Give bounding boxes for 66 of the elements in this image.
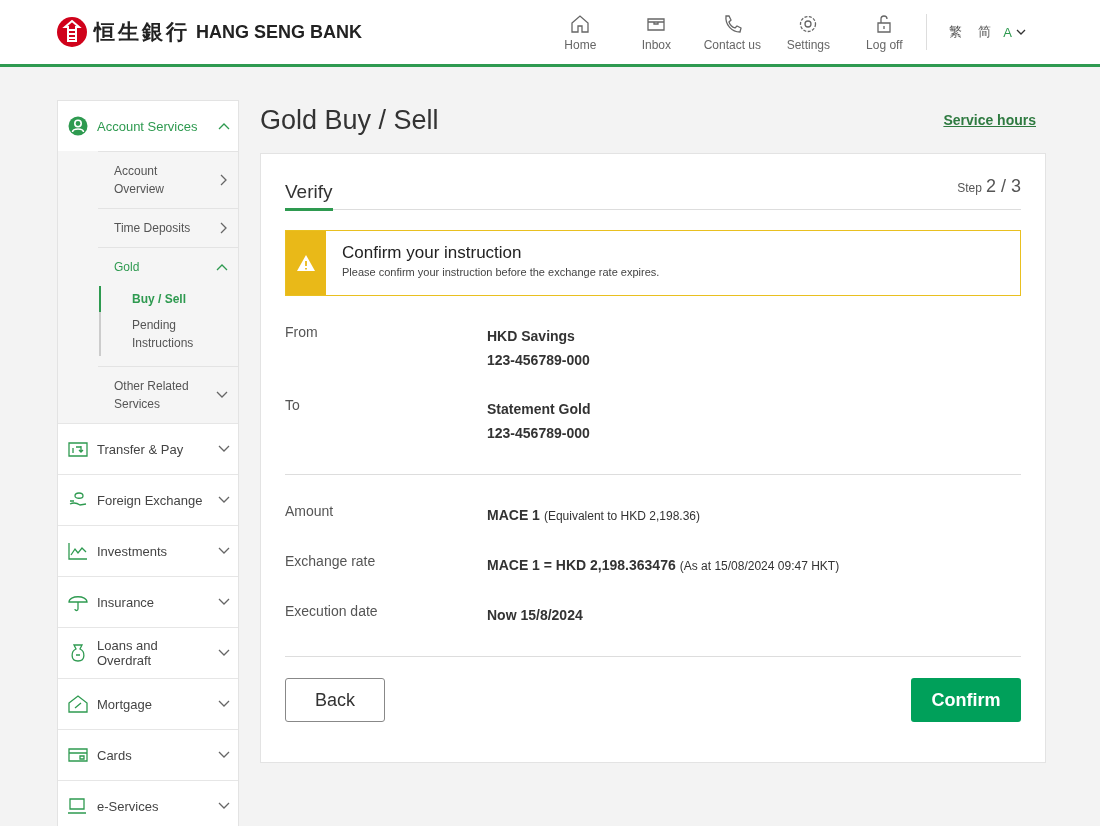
chevron-icon (218, 496, 230, 504)
bank-name-chinese: 恒生銀行 (94, 19, 190, 45)
step-label: Step (957, 181, 982, 195)
sidebar-section[interactable]: Insurance (58, 577, 238, 627)
field-label: Execution date (285, 603, 379, 621)
chevron-icon (218, 649, 230, 657)
chevron-icon (218, 122, 230, 130)
chevron-icon (216, 391, 228, 399)
sidebar-section[interactable]: Transfer & Pay (58, 424, 238, 474)
sidebar-section[interactable]: Mortgage (58, 679, 238, 729)
laptop-icon (67, 796, 89, 816)
field-value: 123-456789-000 (487, 425, 590, 441)
field-label: To (285, 397, 301, 415)
field-label: Exchange rate (285, 553, 377, 571)
field-value: Statement Gold (487, 401, 591, 417)
step-counter: 2 / 3 (985, 176, 1021, 197)
sidebar-link[interactable]: Time Deposits (98, 209, 238, 247)
field-value: MACE 1 (487, 507, 540, 523)
alert-message: Please confirm your instruction before the exchange rate expires. (342, 266, 660, 278)
chevron-right-icon (220, 174, 228, 186)
back-button[interactable]: Back (285, 678, 385, 722)
nav-link[interactable]: Log off (846, 12, 923, 52)
warning-icon (296, 254, 316, 272)
sidebar-link[interactable]: Other Related Services (98, 367, 238, 423)
sidebar-section[interactable]: Investments (58, 526, 238, 576)
chevron-icon (218, 598, 230, 606)
money-transfer-icon (67, 439, 89, 459)
sidebar-link[interactable]: Account Overview (98, 152, 238, 208)
bank-name: HANG SENG BANK (196, 21, 362, 43)
chevron-icon (218, 802, 230, 810)
sidebar-section[interactable]: Cards (58, 730, 238, 780)
sidebar-section[interactable]: e-Services (58, 781, 238, 826)
field-value: MACE 1 = HKD 2,198.363476 (487, 557, 676, 573)
field-note: (As at 15/08/2024 09:47 HKT) (679, 559, 840, 573)
nav-link[interactable]: Home (542, 12, 619, 52)
chevron-icon (218, 445, 230, 453)
service-hours-link[interactable]: Service hours (943, 112, 1036, 128)
sidebar-sublink[interactable]: Pending Instructions (99, 312, 222, 356)
font-size-button[interactable]: A (999, 24, 1030, 40)
user-icon (67, 116, 89, 136)
caret-icon (1016, 28, 1026, 36)
nav-link[interactable]: Contact us (694, 12, 771, 52)
chevron-icon (218, 700, 230, 708)
nav-link[interactable]: Settings (770, 12, 847, 52)
field-value: Now 15/8/2024 (487, 607, 583, 623)
field-note: (Equivalent to HKD 2,198.36) (543, 509, 700, 523)
language-link[interactable]: 简 (978, 23, 992, 41)
line-chart-icon (67, 541, 89, 561)
sidebar-section[interactable]: Loans and Overdraft (58, 628, 238, 678)
field-label: Amount (285, 503, 335, 521)
language-link[interactable]: 繁 (949, 23, 963, 41)
chevron-icon (218, 547, 230, 555)
sidebar-section[interactable]: Foreign Exchange (58, 475, 238, 525)
chevron-icon (218, 751, 230, 759)
field-value: HKD Savings (487, 328, 575, 344)
credit-card-icon (67, 745, 89, 765)
chevron-right-icon (220, 222, 228, 234)
chevron-icon (216, 263, 228, 271)
page-title: Gold Buy / Sell (260, 104, 439, 136)
field-value: 123-456789-000 (487, 352, 590, 368)
field-label: From (285, 324, 319, 342)
alert-title: Confirm your instruction (342, 243, 523, 263)
bank-logo-icon (56, 16, 88, 48)
step-title: Verify (285, 181, 333, 211)
sidebar-section[interactable]: Account Services (58, 101, 238, 151)
nav-link[interactable]: Inbox (618, 12, 695, 52)
